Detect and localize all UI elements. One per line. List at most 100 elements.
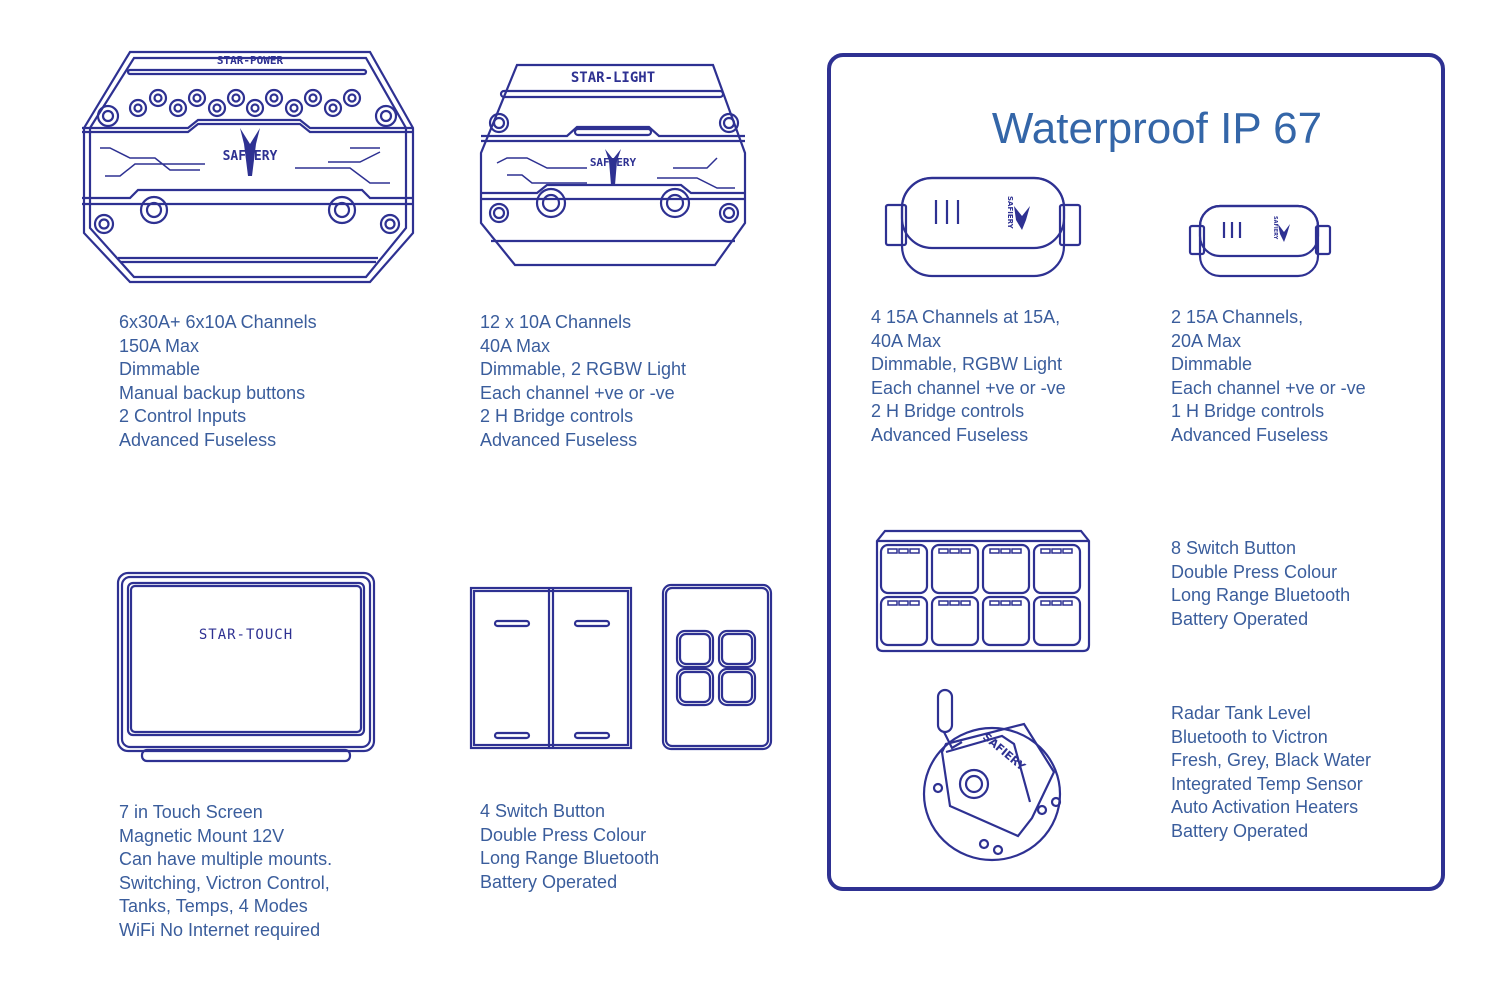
indicator-led [1040, 600, 1051, 606]
waterproof-4ch-controller-illustration: SAFIERY [884, 176, 1082, 278]
waterproof-2ch-controller-illustration: SAFIERY [1188, 204, 1332, 278]
spec-line: Dimmable [1171, 354, 1253, 375]
spec-line: 2 15A Channels, [1171, 307, 1304, 327]
indicator-led [898, 548, 909, 554]
spec-line: 2 H Bridge controls [871, 401, 1025, 422]
indicator-led [989, 548, 1000, 554]
star-touch-device-illustration: STAR-TOUCH [116, 571, 376, 763]
indicator-led [1051, 548, 1062, 554]
switch-4-specs: 4 Switch Button Double Press Colour Long… [480, 800, 659, 894]
spec-line: 2 Control Inputs [119, 406, 247, 427]
indicator-led [949, 548, 960, 554]
switch-8-specs: 8 Switch Button Double Press Colour Long… [1171, 537, 1350, 631]
spec-line: Advanced Fuseless [871, 424, 1029, 445]
star-light-device-illustration: STAR-LIGHT SAFIERY [479, 63, 747, 267]
star-touch-label: STAR-TOUCH [199, 627, 293, 643]
spec-line: Magnetic Mount 12V [119, 825, 285, 846]
spec-line: Battery Operated [480, 871, 618, 892]
indicator-led [887, 600, 898, 606]
waterproof-4ch-specs: 4 15A Channels at 15A, 40A Max Dimmable,… [871, 306, 1066, 448]
brand-logo: SAFIERY [1006, 196, 1014, 230]
indicator-led [1000, 600, 1011, 606]
spec-line: Double Press Colour [480, 824, 647, 845]
spec-line: Integrated Temp Sensor [1171, 773, 1363, 794]
spec-line: 4 Switch Button [480, 801, 606, 821]
spec-line: Battery Operated [1171, 608, 1309, 629]
spec-line: Fresh, Grey, Black Water [1171, 750, 1372, 771]
spec-line: 40A Max [480, 335, 551, 356]
indicator-led [1011, 548, 1022, 554]
indicator-led [938, 548, 949, 554]
spec-line: Advanced Fuseless [480, 429, 638, 450]
spec-line: 150A Max [119, 335, 200, 356]
switch-button [879, 543, 929, 595]
indicator-led [909, 600, 920, 606]
indicator-led [1011, 600, 1022, 606]
indicator-led [960, 600, 971, 606]
manual-button-row [128, 88, 362, 118]
switch-button [1032, 543, 1082, 595]
brand-logo: SAFIERY [1272, 216, 1278, 240]
star-touch-specs: 7 in Touch Screen Magnetic Mount 12V Can… [119, 801, 332, 943]
star-power-device-illustration: STAR-POWER SAFIERY [82, 50, 415, 284]
spec-line: 12 x 10A Channels [480, 312, 632, 332]
spec-line: Each channel +ve or -ve [1171, 377, 1366, 398]
spec-line: Long Range Bluetooth [480, 848, 660, 869]
indicator-led [1062, 600, 1073, 606]
spec-line: Battery Operated [1171, 820, 1309, 841]
spec-line: 20A Max [1171, 330, 1242, 351]
radar-tank-sensor-illustration: SAFIERY [922, 688, 1062, 862]
indicator-led [909, 548, 920, 554]
switch-button [1032, 595, 1082, 647]
phoenix-icon [1278, 224, 1290, 242]
switch-button [930, 543, 980, 595]
star-power-label: STAR-POWER [217, 54, 284, 67]
star-light-specs: 12 x 10A Channels 40A Max Dimmable, 2 RG… [480, 311, 686, 453]
indicator-led [1051, 600, 1062, 606]
phoenix-icon [1014, 206, 1030, 230]
indicator-led [1040, 548, 1051, 554]
spec-line: WiFi No Internet required [119, 919, 321, 940]
spec-line: Tanks, Temps, 4 Modes [119, 896, 308, 917]
spec-line: Manual backup buttons [119, 382, 306, 403]
waterproof-section-title: Waterproof IP 67 [991, 104, 1323, 153]
spec-line: Auto Activation Heaters [1171, 797, 1359, 818]
indicator-led [949, 600, 960, 606]
spec-line: 4 15A Channels at 15A, [871, 307, 1061, 327]
wall-switch-illustration [469, 586, 633, 750]
spec-line: Bluetooth to Victron [1171, 726, 1328, 747]
spec-line: 7 in Touch Screen [119, 802, 263, 822]
indicator-led [989, 600, 1000, 606]
spec-line: Dimmable [119, 359, 201, 380]
spec-line: Long Range Bluetooth [1171, 585, 1351, 606]
spec-line: Each channel +ve or -ve [871, 377, 1066, 398]
switch-button [981, 543, 1031, 595]
spec-line: Dimmable, 2 RGBW Light [480, 359, 687, 380]
indicator-led [887, 548, 898, 554]
spec-line: 40A Max [871, 330, 942, 351]
spec-line: 6x30A+ 6x10A Channels [119, 312, 317, 332]
indicator-led [1062, 548, 1073, 554]
tank-sensor-specs: Radar Tank Level Bluetooth to Victron Fr… [1171, 702, 1371, 844]
indicator-led [1000, 548, 1011, 554]
switch-button [930, 595, 980, 647]
spec-line: Double Press Colour [1171, 561, 1338, 582]
indicator-led [898, 600, 909, 606]
spec-line: 8 Switch Button [1171, 538, 1297, 558]
star-light-label: STAR-LIGHT [571, 70, 655, 86]
spec-line: Radar Tank Level [1171, 703, 1311, 723]
star-power-specs: 6x30A+ 6x10A Channels 150A Max Dimmable … [119, 311, 317, 453]
eight-switch-panel-illustration [875, 529, 1091, 653]
spec-line: Switching, Victron Control, [119, 872, 330, 893]
spec-line: Can have multiple mounts. [119, 849, 333, 870]
spec-line: Advanced Fuseless [119, 429, 277, 450]
spec-line: Advanced Fuseless [1171, 424, 1329, 445]
indicator-led [960, 548, 971, 554]
switch-button [981, 595, 1031, 647]
four-button-remote-illustration [661, 583, 773, 751]
switch-button [879, 595, 929, 647]
waterproof-2ch-specs: 2 15A Channels, 20A Max Dimmable Each ch… [1171, 306, 1366, 448]
spec-line: 1 H Bridge controls [1171, 401, 1325, 422]
spec-line: Each channel +ve or -ve [480, 382, 675, 403]
indicator-led [938, 600, 949, 606]
